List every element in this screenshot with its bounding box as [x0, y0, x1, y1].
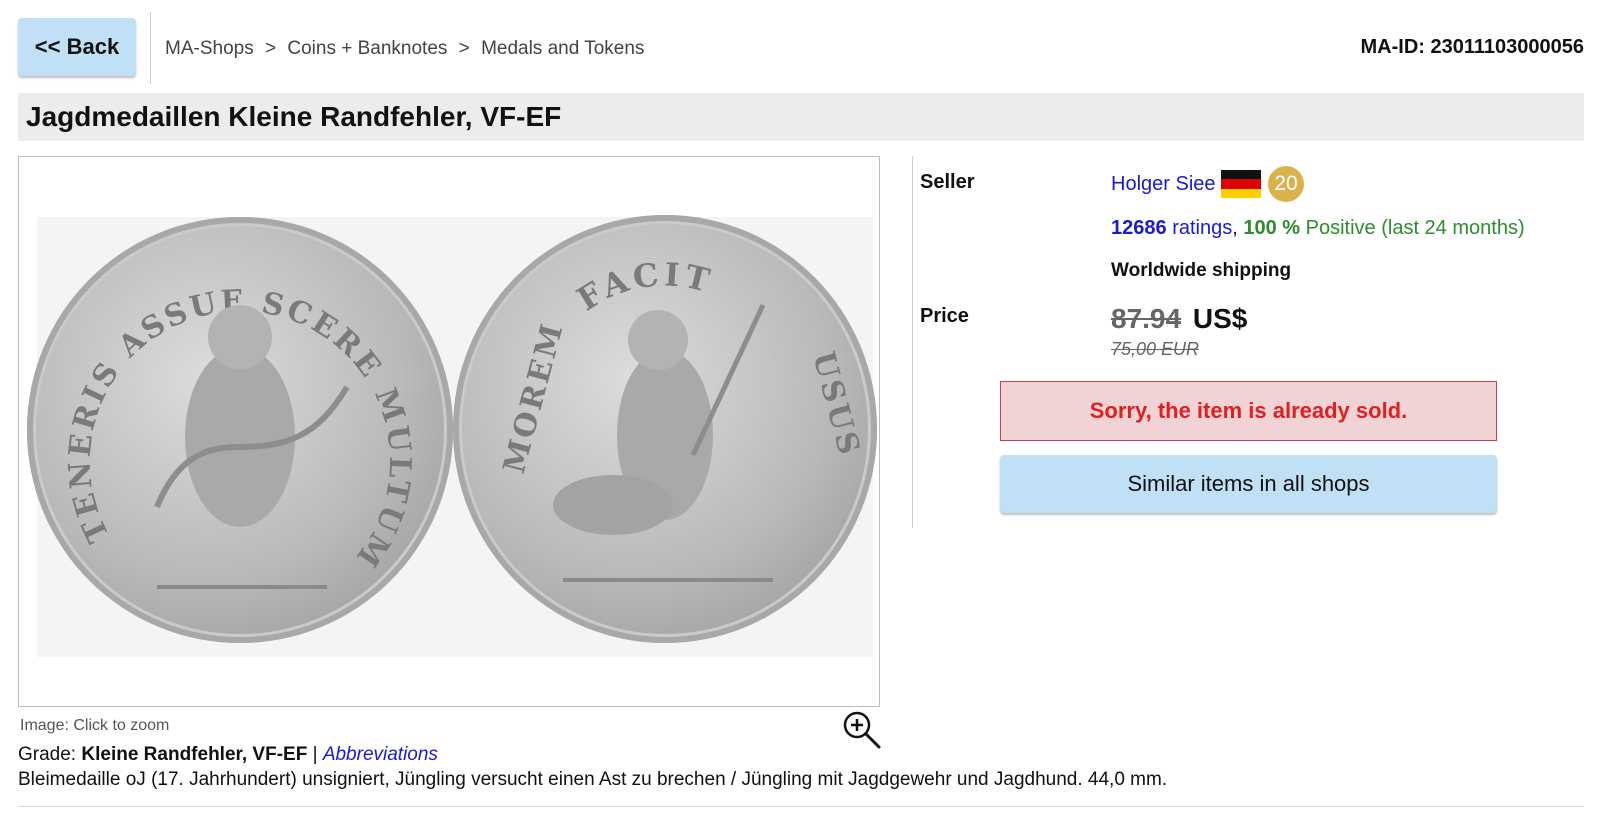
coin-right-legend-top: FACIT [570, 255, 713, 318]
ma-id: MA-ID: 23011103000056 [1360, 36, 1585, 58]
price-eur: 75,00 EUR [1111, 339, 1200, 359]
grade-separator: | [312, 744, 318, 765]
ratings-link[interactable]: ratings [1172, 217, 1232, 239]
grade-line: Grade: Kleine Randfehler, VF-EF | Abbrev… [18, 744, 438, 766]
back-button[interactable]: << Back [18, 18, 136, 76]
breadcrumb-item-coins-banknotes[interactable]: Coins + Banknotes [287, 38, 447, 59]
title-bar: Jagdmedaillen Kleine Randfehler, VF-EF [18, 93, 1584, 141]
price-usd: 87.94 US$ [1111, 303, 1247, 335]
seller-label: Seller [920, 171, 975, 193]
coin-obverse: TENERIS ASSUE SCERE MULTUM [27, 217, 453, 643]
positive-percent: 100 % [1243, 217, 1301, 239]
similar-items-button[interactable]: Similar items in all shops [1000, 455, 1497, 513]
ratings-count-link[interactable]: 12686 [1111, 217, 1167, 239]
top-bar: << Back MA-Shops > Coins + Banknotes > M… [18, 12, 1585, 84]
breadcrumb-separator: > [264, 38, 277, 59]
divider [18, 806, 1584, 807]
svg-text:FACIT: FACIT [570, 255, 717, 318]
image-caption: Image: Click to zoom [20, 717, 170, 734]
divider [912, 156, 913, 528]
breadcrumb-item-ma-shops[interactable]: MA-Shops [165, 38, 254, 59]
sold-notice: Sorry, the item is already sold. [1000, 381, 1497, 441]
page-title: Jagdmedaillen Kleine Randfehler, VF-EF [26, 101, 562, 132]
abbreviations-link[interactable]: Abbreviations [323, 744, 438, 765]
price-label: Price [920, 305, 969, 327]
positive-text: Positive (last 24 months) [1305, 217, 1525, 239]
grade-label: Grade: [18, 744, 77, 765]
shipping-info: Worldwide shipping [1111, 260, 1292, 281]
coin-right-legend-right: USUS [805, 348, 867, 461]
product-image[interactable]: TENERIS ASSUE SCERE MULTUM FACIT MOREM U… [18, 156, 880, 707]
old-price: 87.94 [1111, 303, 1182, 334]
breadcrumb-separator: > [458, 38, 470, 59]
price-currency: US$ [1192, 303, 1248, 334]
coin-reverse: FACIT MOREM USUS [453, 215, 877, 643]
seller-ratings: 12686 ratings, 100 % Positive (last 24 m… [1111, 217, 1525, 239]
breadcrumb-item-medals-tokens[interactable]: Medals and Tokens [481, 38, 644, 59]
breadcrumb: MA-Shops > Coins + Banknotes > Medals an… [165, 38, 644, 60]
coin-right-legend-left: MOREM [497, 318, 571, 477]
germany-flag[interactable] [1221, 170, 1261, 198]
item-description: Bleimedaille oJ (17. Jahrhundert) unsign… [18, 769, 1168, 790]
zoom-in-icon[interactable] [842, 710, 882, 750]
seller-name-link[interactable]: Holger Siee [1111, 173, 1216, 196]
divider [150, 12, 151, 84]
grade-value: Kleine Randfehler, VF-EF [81, 744, 308, 765]
seller-level-badge: 20 [1268, 166, 1304, 202]
